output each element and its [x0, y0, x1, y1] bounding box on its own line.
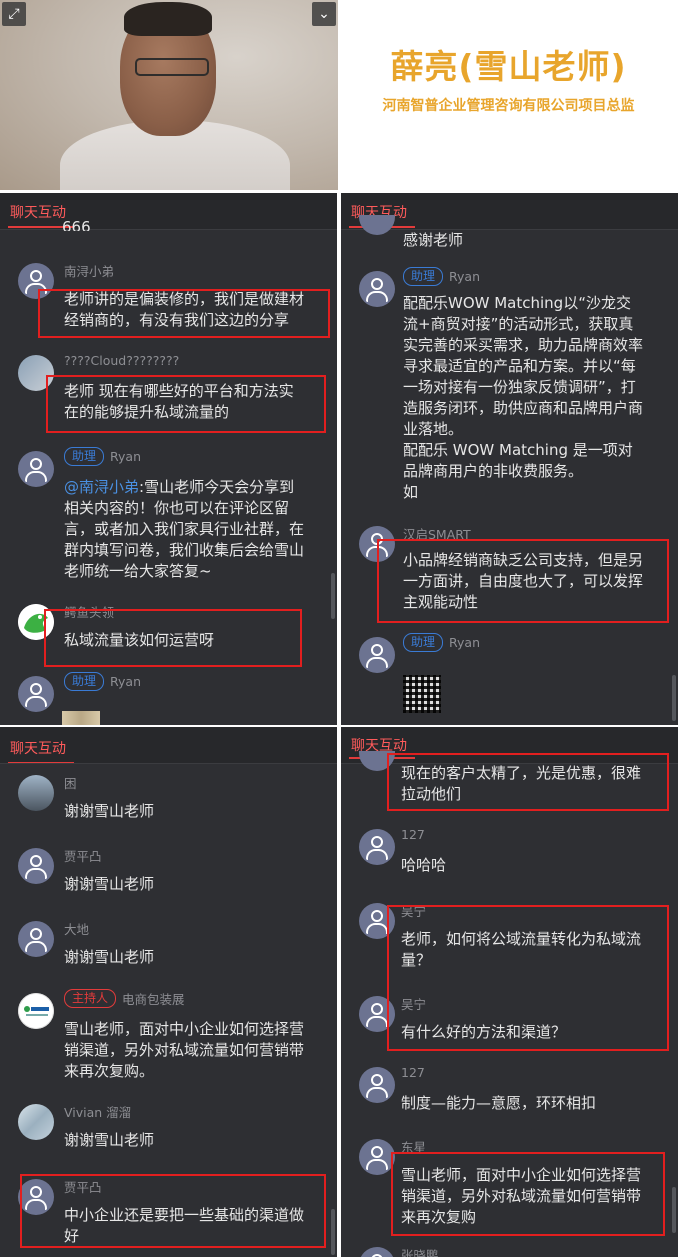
highlight-box [377, 539, 669, 623]
mention-link[interactable]: @南浔小弟 [64, 478, 139, 496]
presenter-hair [124, 2, 212, 36]
chat-header: 聊天互动 [0, 727, 337, 764]
scrollbar[interactable] [331, 1209, 335, 1255]
username[interactable]: 主持人 电商包装展 [64, 989, 185, 1008]
username[interactable]: 贾平凸 [64, 846, 102, 865]
avatar[interactable] [359, 829, 395, 865]
partial-message: 666 [62, 218, 91, 231]
username[interactable]: 困 [64, 773, 77, 792]
presenter-glasses [135, 58, 209, 76]
highlight-box [46, 375, 326, 433]
message-text: 配配乐WOW Matching以“沙龙交 流+商贸对接”的活动形式，获取真 实完… [403, 294, 644, 501]
username[interactable]: 助理 Ryan [403, 267, 480, 286]
chat-header: 聊天互动 [0, 193, 337, 230]
avatar[interactable] [359, 1247, 395, 1257]
username[interactable]: Vivian 溜溜 [64, 1102, 131, 1121]
username[interactable]: 张晓鹏 [401, 1245, 439, 1257]
host-badge: 主持人 [64, 989, 117, 1008]
avatar[interactable] [18, 848, 54, 884]
chat-tab-label[interactable]: 聊天互动 [10, 202, 66, 222]
message-text: 制度—能力—意愿，环环相扣 [401, 1094, 597, 1112]
chat-panel-1[interactable]: 聊天互动 666 南浔小弟 老师讲的是偏装修的，我们是做建材 经销商的，有没有我们… [0, 193, 337, 725]
assistant-badge: 助理 [64, 672, 105, 691]
avatar[interactable] [359, 271, 395, 307]
avatar[interactable] [18, 775, 54, 811]
chat-panel-4[interactable]: 聊天互动 现在的客户太精了，光是优惠，很难 拉动他们 127 哈哈哈 吴宁 老师… [341, 727, 678, 1257]
username[interactable]: 127 [401, 1065, 425, 1080]
username[interactable]: ????Cloud???????? [64, 353, 179, 368]
username[interactable]: 127 [401, 827, 425, 842]
assistant-badge: 助理 [403, 633, 444, 652]
highlight-box [387, 753, 669, 811]
divider [0, 229, 337, 230]
scrollbar[interactable] [672, 1187, 676, 1233]
highlight-box [20, 1174, 326, 1248]
message-text: 谢谢雪山老师 [64, 875, 155, 893]
message-text: 谢谢雪山老师 [64, 802, 155, 820]
qr-code-image[interactable] [403, 675, 441, 713]
message-text: 谢谢雪山老师 [64, 948, 155, 966]
avatar[interactable] [359, 1067, 395, 1103]
username[interactable]: 助理 Ryan [64, 672, 141, 691]
username[interactable]: 南浔小弟 [64, 261, 114, 280]
username[interactable]: 助理 Ryan [64, 447, 141, 466]
message-text: 哈哈哈 [401, 856, 447, 874]
assistant-badge: 助理 [403, 267, 444, 286]
avatar[interactable] [359, 1139, 395, 1175]
chat-panel-3[interactable]: 聊天互动 困 谢谢雪山老师 贾平凸 谢谢雪山老师 大地 谢谢雪山老师 主持人 电商… [0, 727, 337, 1257]
speaker-subtitle: 河南智普企业管理咨询有限公司项目总监 [382, 98, 635, 114]
collapse-icon[interactable]: ⌄ [312, 2, 336, 26]
assistant-badge: 助理 [64, 447, 105, 466]
scrollbar[interactable] [331, 573, 335, 619]
highlight-box [387, 905, 669, 1051]
message-text: @南浔小弟:雪山老师今天会分享到 相关内容的！你也可以在评论区留 言，或者加入我… [64, 478, 305, 580]
avatar[interactable] [18, 1104, 54, 1140]
avatar[interactable] [359, 637, 395, 673]
scrollbar[interactable] [672, 675, 676, 721]
highlight-box [44, 609, 302, 667]
avatar[interactable] [18, 451, 54, 487]
message-text: 雪山老师，面对中小企业如何选择营 销渠道，另外对私域流量如何营销带 来再次复购。 [64, 1020, 305, 1080]
video-feed[interactable]: ⤢ ⌄ [0, 0, 338, 190]
avatar[interactable] [18, 676, 54, 712]
avatar[interactable] [359, 215, 395, 235]
message-text: 谢谢雪山老师 [64, 1131, 155, 1149]
expand-icon[interactable]: ⤢ [2, 2, 26, 26]
highlight-box [391, 1152, 665, 1236]
speaker-title-card: 薛亮(雪山老师) 河南智普企业管理咨询有限公司项目总监 [339, 0, 678, 192]
highlight-box [38, 289, 330, 338]
username[interactable]: 大地 [64, 919, 89, 938]
avatar[interactable] [18, 921, 54, 957]
username[interactable]: 助理 Ryan [403, 633, 480, 652]
divider [341, 229, 678, 230]
divider [0, 763, 337, 764]
partial-message: 感谢老师 [403, 231, 464, 249]
image-thumbnail[interactable] [62, 711, 100, 725]
chat-tab-label[interactable]: 聊天互动 [10, 738, 66, 758]
chat-panel-2[interactable]: 聊天互动 感谢老师 助理 Ryan 配配乐WOW Matching以“沙龙交 流+… [341, 193, 678, 725]
avatar[interactable] [18, 993, 54, 1029]
speaker-name: 薛亮(雪山老师) [390, 47, 627, 86]
